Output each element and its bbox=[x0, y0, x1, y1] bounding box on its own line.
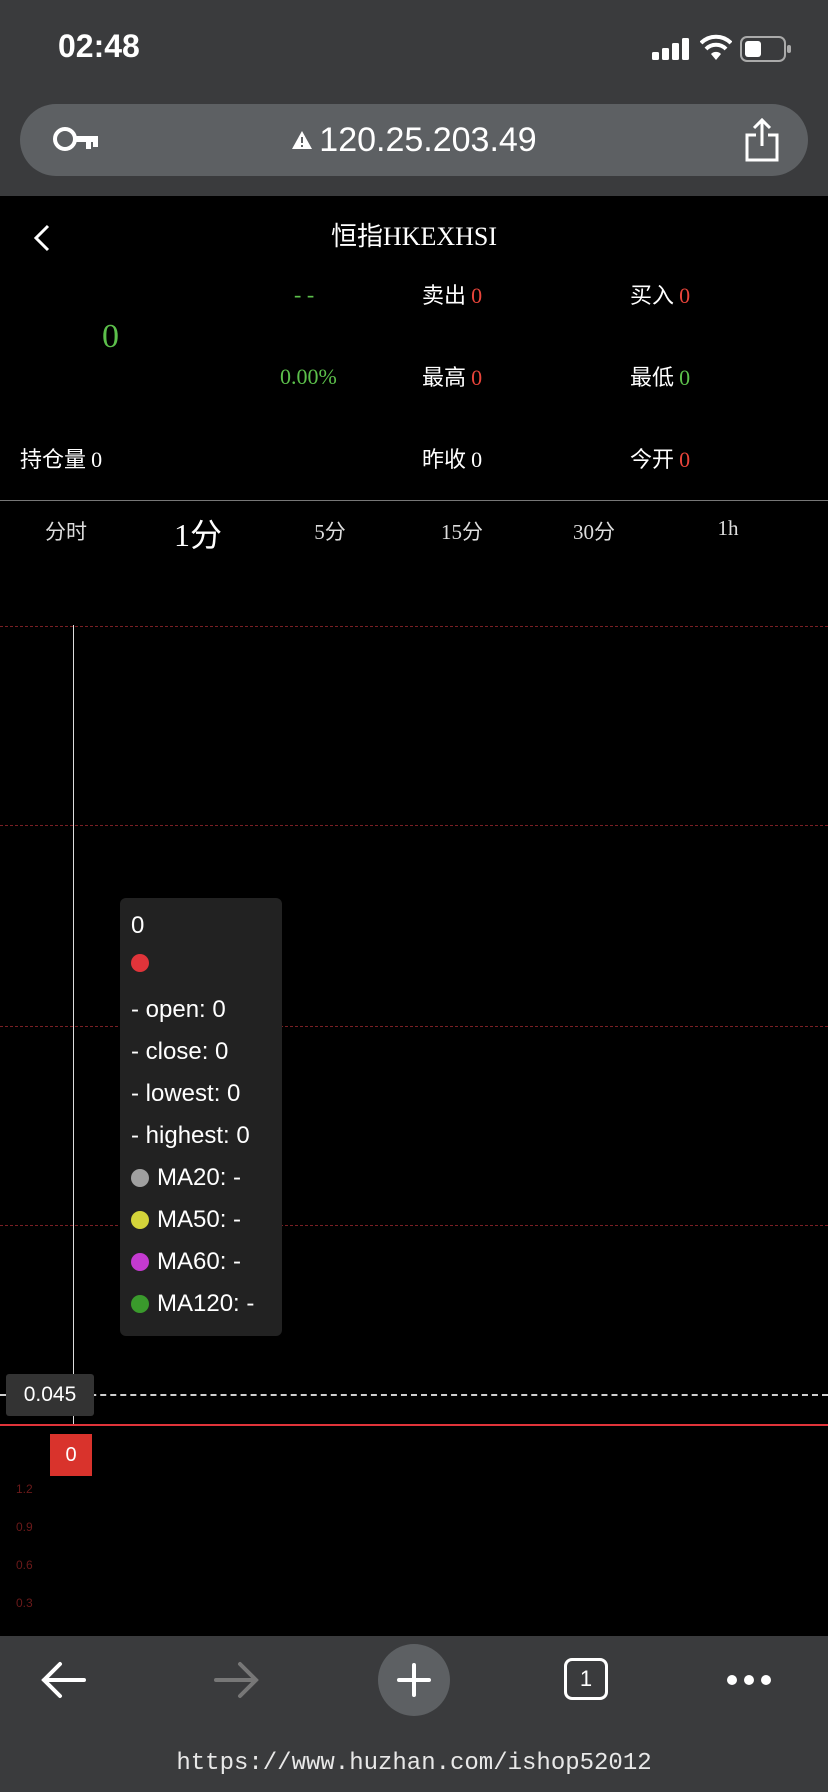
prev-close-field: 昨收 0 bbox=[422, 442, 482, 474]
sell-value: 0 bbox=[471, 283, 483, 308]
current-price-tag: 0 bbox=[50, 1434, 92, 1476]
battery-icon bbox=[740, 36, 791, 62]
open-value: 0 bbox=[679, 447, 691, 472]
crosshair-value-label: 0.045 bbox=[6, 1374, 94, 1416]
url-bar[interactable]: 120.25.203.49 bbox=[20, 104, 808, 176]
buy-field: 买入 0 bbox=[630, 278, 690, 310]
sell-field: 卖出 0 bbox=[422, 278, 482, 310]
low-field: 最低 0 bbox=[630, 360, 690, 392]
url-text: 120.25.203.49 bbox=[319, 120, 537, 159]
tab-5min[interactable]: 5分 bbox=[314, 516, 346, 546]
wifi-icon bbox=[700, 34, 732, 60]
change-percent: 0.00% bbox=[280, 364, 337, 389]
tooltip-ma120: MA120: - bbox=[131, 1290, 254, 1318]
open-field: 今开 0 bbox=[630, 442, 690, 474]
tooltip-ma60: MA60: - bbox=[131, 1248, 241, 1276]
buy-label: 买入 bbox=[630, 284, 675, 309]
ma60-dot-icon bbox=[131, 1253, 149, 1271]
warning-icon bbox=[292, 131, 313, 149]
ma50-dot-icon bbox=[131, 1211, 149, 1229]
high-label: 最高 bbox=[422, 366, 467, 391]
browser-back-icon[interactable] bbox=[38, 1658, 88, 1702]
low-value: 0 bbox=[679, 365, 691, 390]
tooltip-lowest: - lowest: 0 bbox=[131, 1080, 241, 1107]
page-title: 恒指HKEXHSI bbox=[330, 222, 498, 251]
crosshair-vertical bbox=[73, 625, 74, 1425]
prev-close-value: 0 bbox=[471, 447, 483, 472]
browser-forward-icon[interactable] bbox=[212, 1658, 262, 1702]
high-value: 0 bbox=[471, 365, 483, 390]
more-icon[interactable] bbox=[726, 1674, 772, 1686]
watermark: https://www.huzhan.com/ishop52012 bbox=[176, 1750, 652, 1777]
current-price-line bbox=[0, 1424, 828, 1426]
position-label: 持仓量 bbox=[20, 448, 87, 473]
tooltip-ma20: MA20: - bbox=[131, 1164, 241, 1192]
status-time: 02:48 bbox=[58, 28, 140, 64]
tooltip-close: - close: 0 bbox=[131, 1038, 229, 1065]
period-tabs: 分时 1分 5分 15分 30分 1h bbox=[0, 516, 828, 553]
browser-top-chrome: 02:48 120.25.203.49 bbox=[0, 0, 828, 196]
volume-axis-label: 0.3 bbox=[16, 1596, 33, 1610]
tab-intraday[interactable]: 分时 bbox=[45, 516, 87, 546]
new-tab-button[interactable] bbox=[378, 1644, 450, 1716]
low-label: 最低 bbox=[630, 366, 675, 391]
chart-tooltip: 0 - open: 0 - close: 0 - lowest: 0 - hig… bbox=[120, 898, 282, 1336]
tab-1h[interactable]: 1h bbox=[718, 516, 739, 541]
crosshair-horizontal bbox=[0, 1394, 828, 1396]
position-value: 0 bbox=[91, 447, 103, 472]
tooltip-ma50: MA50: - bbox=[131, 1206, 241, 1234]
tooltip-header: 0 bbox=[131, 912, 145, 939]
tab-1min[interactable]: 1分 bbox=[174, 510, 222, 556]
volume-axis-label: 0.9 bbox=[16, 1520, 33, 1534]
volume-axis-label: 1.2 bbox=[16, 1482, 33, 1496]
open-label: 今开 bbox=[630, 448, 675, 473]
ma20-dot-icon bbox=[131, 1169, 149, 1187]
ma120-dot-icon bbox=[131, 1295, 149, 1313]
volume-axis-label: 0.6 bbox=[16, 1558, 33, 1572]
prev-close-label: 昨收 bbox=[422, 448, 467, 473]
grid-line bbox=[0, 825, 828, 826]
sell-label: 卖出 bbox=[422, 284, 467, 309]
browser-bottom-toolbar: 1 https://www.huzhan.com/ishop52012 bbox=[0, 1636, 828, 1792]
candle-dot-icon bbox=[131, 954, 149, 972]
change-absolute: - - bbox=[294, 282, 315, 307]
share-icon[interactable] bbox=[744, 118, 780, 162]
tooltip-open: - open: 0 bbox=[131, 996, 226, 1023]
cellular-signal-icon bbox=[652, 38, 689, 60]
plus-icon bbox=[397, 1663, 431, 1697]
grid-line bbox=[0, 626, 828, 627]
position-field: 持仓量 0 bbox=[20, 442, 102, 474]
high-field: 最高 0 bbox=[422, 360, 482, 392]
tabs-button[interactable]: 1 bbox=[564, 1658, 608, 1700]
tab-15min[interactable]: 15分 bbox=[441, 516, 483, 546]
divider bbox=[0, 500, 828, 501]
tab-30min[interactable]: 30分 bbox=[573, 516, 615, 546]
tooltip-highest: - highest: 0 bbox=[131, 1122, 250, 1149]
current-price: 0 bbox=[102, 318, 119, 355]
buy-value: 0 bbox=[679, 283, 691, 308]
